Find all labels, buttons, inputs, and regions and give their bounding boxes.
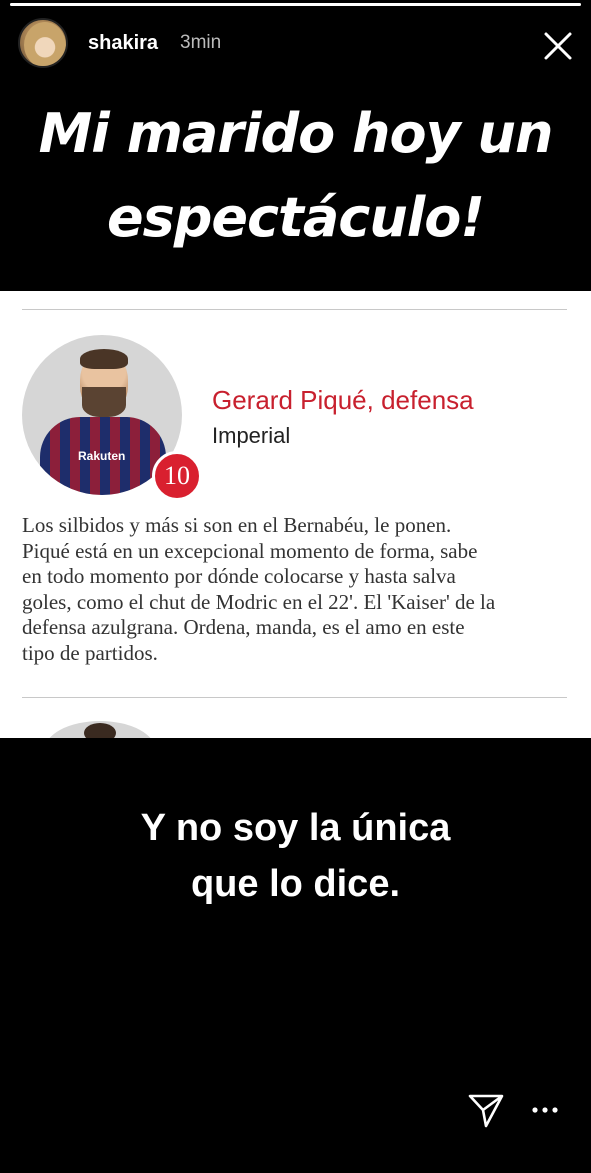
- player-name: Gerard Piqué, defensa: [212, 385, 474, 415]
- article-line: goles, como el chut de Modric en el 22'.…: [22, 589, 496, 614]
- story-progress-fill: [10, 3, 581, 6]
- story-headline: Mi marido hoy un espectáculo!: [0, 92, 591, 260]
- story-caption: Y no soy la única que lo dice.: [0, 800, 591, 912]
- article-line: defensa azulgrana. Ordena, manda, es el …: [22, 615, 465, 639]
- divider: [22, 697, 567, 698]
- share-button[interactable]: [466, 1090, 506, 1130]
- timestamp: 3min: [180, 32, 222, 53]
- username[interactable]: shakira: [88, 32, 158, 55]
- headline-line-2: espectáculo!: [107, 186, 485, 249]
- close-button[interactable]: [540, 28, 576, 64]
- shirt-sponsor: Rakuten: [78, 449, 126, 463]
- avatar[interactable]: [18, 18, 68, 68]
- article-line: en todo momento por dónde colocarse y ha…: [22, 564, 456, 588]
- story-header: shakira 3min: [0, 12, 591, 72]
- newspaper-clipping: Rakuten 10 Gerard Piqué, defensa Imperia…: [0, 291, 591, 738]
- player-rating: Imperial: [212, 423, 291, 448]
- article-line: Piqué está en un excepcional momento de …: [22, 538, 478, 563]
- caption-line-1: Y no soy la única: [140, 807, 451, 849]
- article-line: tipo de partidos.: [22, 640, 158, 665]
- score-badge: 10: [152, 451, 202, 501]
- divider: [22, 309, 567, 310]
- story-progress-bar: [10, 3, 581, 6]
- headline-line-1: Mi marido hoy un: [38, 102, 554, 165]
- article-line: Los silbidos y más si son en el Bernabéu…: [22, 513, 452, 537]
- article-body: Los silbidos y más si son en el Bernabéu…: [22, 513, 567, 666]
- more-icon: [532, 1107, 558, 1113]
- more-button[interactable]: [530, 1100, 560, 1120]
- next-player-photo: [44, 721, 156, 738]
- close-icon: [544, 32, 572, 60]
- send-icon: [468, 1094, 504, 1128]
- caption-line-2: que lo dice.: [190, 863, 401, 905]
